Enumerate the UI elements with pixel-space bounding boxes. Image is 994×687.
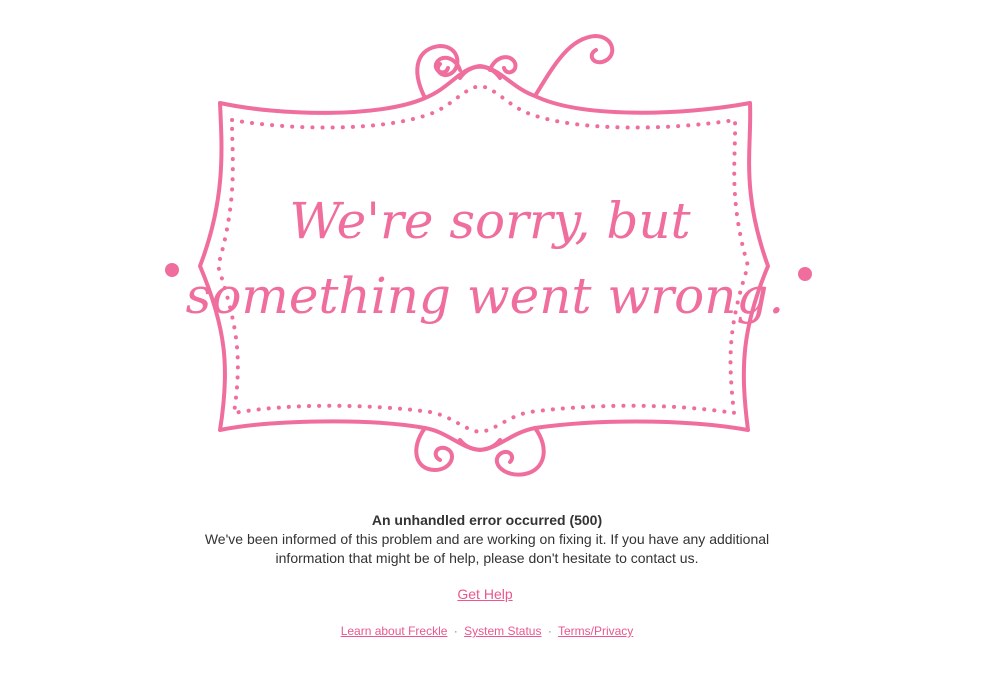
ornamental-frame-banner: We're sorry, but something went wrong. [160,8,820,498]
footer-link-learn-about[interactable]: Learn about Freckle [341,624,448,638]
error-body-line-1: We've been informed of this problem and … [204,531,770,547]
error-body-line-2: information that might be of help, pleas… [275,550,699,566]
frame-left-dot [165,263,179,277]
error-page: We're sorry, but something went wrong. A… [0,0,994,687]
footer-links: Learn about Freckle · System Status · Te… [0,624,974,638]
frame-outer-border [198,64,770,452]
error-message: An unhandled error occurred (500) We've … [0,511,974,568]
footer-link-system-status[interactable]: System Status [464,624,541,638]
frame-dotted-border [215,83,751,435]
banner-line-1: We're sorry, but [289,192,691,250]
footer-separator: · [547,624,552,638]
banner-line-2: something went wrong. [186,267,785,325]
error-title: An unhandled error occurred (500) [371,512,603,528]
get-help-link[interactable]: Get Help [457,586,512,602]
footer-separator: · [453,624,458,638]
footer-link-terms-privacy[interactable]: Terms/Privacy [558,624,633,638]
get-help-container: Get Help [0,586,970,602]
frame-right-dot [798,267,812,281]
